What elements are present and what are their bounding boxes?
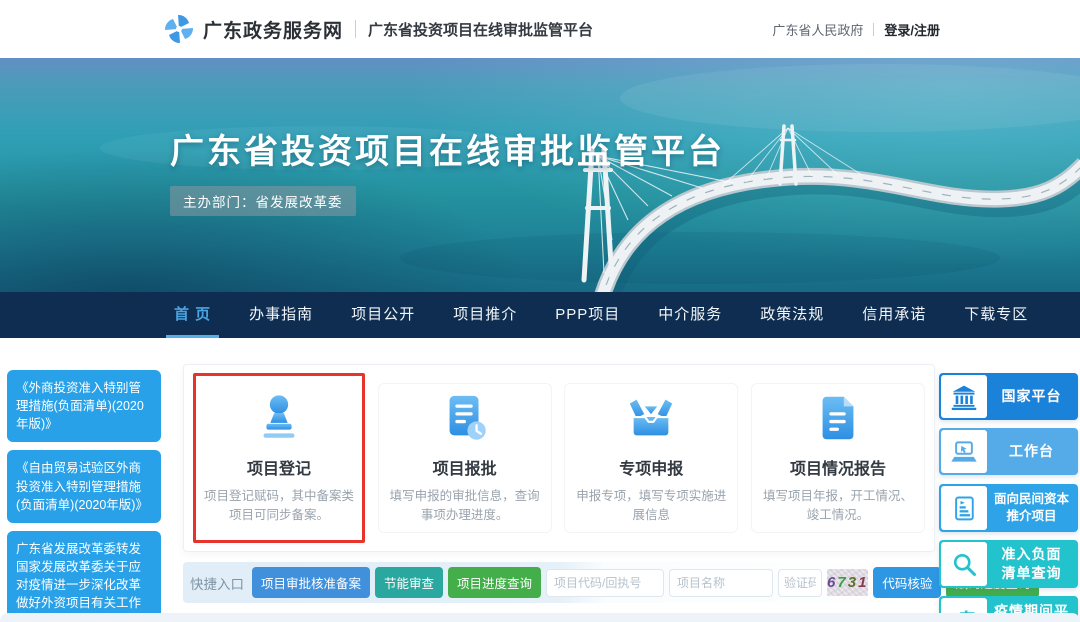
card-title: 项目情况报告 [790,455,886,479]
card-special-declaration[interactable]: 专项申报 申报专项，填写专项实施进展信息 [564,383,738,533]
side-link-label: 准入负面 清单查询 [987,542,1076,586]
nav-item-project-public[interactable]: 项目公开 [343,292,423,338]
nav-item-project-promotion[interactable]: 项目推介 [445,292,525,338]
side-link-label: 国家平台 [987,375,1076,418]
side-link-list: 国家平台 工作台 面向民间资 [939,373,1078,622]
side-link-label: 面向民间资本 推介项目 [987,486,1076,530]
report-chart-icon [950,494,978,522]
hero-title: 广东省投资项目在线审批监管平台 [170,124,725,173]
icon-box [941,542,987,586]
quick-entry-bar: 快捷入口 项目审批核准备案 节能审查 项目进度查询 6731 代码核验 赋码进度… [183,562,935,603]
icon-box [941,486,987,530]
dept-badge: 主办部门：省发展改革委 [170,186,356,216]
captcha-digit: 1 [858,574,868,591]
header-divider-2 [873,23,874,36]
project-progress-button[interactable]: 项目进度查询 [448,567,541,598]
gdzwfw-logo-icon [163,13,195,45]
code-verify-button[interactable]: 代码核验 [873,567,941,598]
quick-entry-label: 快捷入口 [190,573,244,593]
side-link-private-capital-projects[interactable]: 面向民间资本 推介项目 [939,484,1078,532]
captcha-image[interactable]: 6731 [827,569,868,596]
approval-record-button[interactable]: 项目审批核准备案 [252,567,370,598]
notice-link[interactable]: 《外商投资准入特别管理措施(负面清单)(2020年版)》 [7,370,161,442]
project-code-input[interactable] [546,569,664,597]
card-title: 项目报批 [433,455,497,479]
nav-item-ppp[interactable]: PPP项目 [547,292,628,338]
captcha-digit: 6 [827,574,837,591]
notice-list: 《外商投资准入特别管理措施(负面清单)(2020年版)》 《自由贸易试验区外商投… [7,370,161,622]
stamp-icon [252,391,306,445]
nav-item-policy[interactable]: 政策法规 [752,292,832,338]
captcha-input[interactable] [778,569,822,597]
header-divider [355,20,356,38]
card-title: 项目登记 [247,455,311,479]
nav-item-guide[interactable]: 办事指南 [241,292,321,338]
main-nav: 首 页 办事指南 项目公开 项目推介 PPP项目 中介服务 政策法规 信用承诺 … [0,292,1080,338]
icon-box [941,375,987,418]
nav-item-download[interactable]: 下载专区 [956,292,1036,338]
side-link-negative-list-query[interactable]: 准入负面 清单查询 [939,540,1078,588]
card-project-status-report[interactable]: 项目情况报告 填写项目年报，开工情况、竣工情况。 [751,383,925,533]
side-link-workbench[interactable]: 工作台 [939,428,1078,475]
nav-item-credit[interactable]: 信用承诺 [854,292,934,338]
card-desc: 填写申报的审批信息，查询事项办理进度。 [389,487,541,525]
nav-item-home[interactable]: 首 页 [166,292,219,338]
site-title: 广东省投资项目在线审批监管平台 [368,19,593,40]
nav-item-intermediary[interactable]: 中介服务 [650,292,730,338]
inbox-download-icon [624,391,678,445]
search-icon [950,550,978,578]
notice-link[interactable]: 广东省发展改革委转发国家发展改革委关于应对疫情进一步深化改革做好外资项目有关工作… [7,531,161,622]
card-title: 专项申报 [619,455,683,479]
login-register-link[interactable]: 登录/注册 [884,20,940,39]
card-project-approval[interactable]: 项目报批 填写申报的审批信息，查询事项办理进度。 [378,383,552,533]
side-link-national-platform[interactable]: 国家平台 [939,373,1078,420]
services-panel: 项目登记 项目登记赋码，其中备案类项目可同步备案。 项目报批 填写申报的审批信息… [183,364,935,552]
card-desc: 申报专项，填写专项实施进展信息 [575,487,727,525]
brand-name: 广东政务服务网 [203,16,343,43]
doc-clock-icon [438,391,492,445]
icon-box [941,430,987,473]
side-link-label: 工作台 [987,430,1076,473]
header-links: 广东省人民政府 登录/注册 [772,0,940,58]
bridge-photo [0,58,1080,292]
laptop-icon [950,438,978,466]
card-desc: 项目登记赋码，其中备案类项目可同步备案。 [203,487,355,525]
top-header: 广东政务服务网 广东省投资项目在线审批监管平台 广东省人民政府 登录/注册 [0,0,1080,58]
card-desc: 填写项目年报，开工情况、竣工情况。 [762,487,914,525]
next-section-edge [0,613,1080,622]
hero-banner: 广东省投资项目在线审批监管平台 主办部门：省发展改革委 [0,58,1080,292]
brand-area: 广东政务服务网 广东省投资项目在线审批监管平台 [163,0,593,58]
doc-edit-icon [811,391,865,445]
gov-portal-link[interactable]: 广东省人民政府 [772,20,863,39]
captcha-digit: 7 [837,574,847,591]
energy-review-button[interactable]: 节能审查 [375,567,443,598]
card-project-register[interactable]: 项目登记 项目登记赋码，其中备案类项目可同步备案。 [193,373,365,543]
project-name-input[interactable] [669,569,773,597]
bank-icon [950,383,978,411]
page: 广东政务服务网 广东省投资项目在线审批监管平台 广东省人民政府 登录/注册 [0,0,1080,622]
captcha-digit: 3 [848,574,858,591]
notice-link[interactable]: 《自由贸易试验区外商投资准入特别管理措施(负面清单)(2020年版)》 [7,450,161,522]
